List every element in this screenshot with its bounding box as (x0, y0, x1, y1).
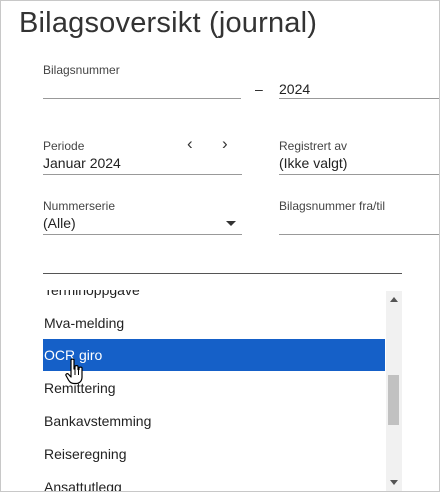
list-item[interactable]: Reiseregning (43, 438, 385, 470)
nummerserie-label: Nummerserie (43, 199, 116, 213)
scroll-up-icon[interactable] (390, 297, 398, 302)
periode-label: Periode (43, 139, 85, 153)
scroll-down-icon[interactable] (390, 480, 398, 485)
dropdown-list: Terminoppgave Mva-melding OCR giro Remit… (43, 290, 401, 491)
bilagsnummer-input[interactable] (43, 79, 241, 97)
registrert-av-label: Registrert av (279, 139, 348, 153)
bilagsnummer-underline (43, 98, 241, 99)
list-item[interactable]: Terminoppgave (43, 290, 385, 306)
range-separator: – (255, 81, 263, 97)
bilagsnummer-fra-til-underline (279, 234, 439, 235)
bilagsnummer-label: Bilagsnummer (43, 63, 120, 77)
bilagsnummer-fra-til-input[interactable] (279, 215, 439, 233)
dropdown-scrollbar[interactable] (386, 291, 402, 491)
registrert-av-underline (279, 174, 439, 175)
dropdown-filter-underline (43, 273, 402, 274)
periode-underline (43, 174, 242, 175)
hand-cursor-icon (65, 358, 83, 385)
caret-down-icon[interactable] (226, 221, 236, 226)
registrert-av-select[interactable]: (Ikke valgt) (279, 155, 347, 171)
chevron-left-icon[interactable]: ‹ (187, 135, 193, 152)
periode-value[interactable]: Januar 2024 (43, 155, 121, 171)
dropdown-filter-input[interactable] (43, 255, 401, 273)
list-item-selected[interactable]: OCR giro (43, 339, 385, 371)
bilagsnummer-fra-til-label: Bilagsnummer fra/til (279, 199, 386, 213)
journal-panel: Bilagsoversikt (journal) Bilagsnummer – … (0, 0, 440, 492)
nummerserie-select[interactable]: (Alle) (43, 215, 76, 231)
nummerserie-underline (43, 234, 242, 235)
page-title: Bilagsoversikt (journal) (19, 7, 318, 39)
chevron-right-icon[interactable]: › (222, 135, 228, 152)
scrollbar-thumb[interactable] (388, 375, 399, 425)
list-item[interactable]: Remittering (43, 372, 385, 404)
year-underline (279, 98, 439, 99)
list-item[interactable]: Bankavstemming (43, 405, 385, 437)
list-item[interactable]: Mva-melding (43, 307, 385, 339)
list-item[interactable]: Ansattutlegg (43, 471, 385, 491)
year-input[interactable]: 2024 (279, 81, 310, 97)
